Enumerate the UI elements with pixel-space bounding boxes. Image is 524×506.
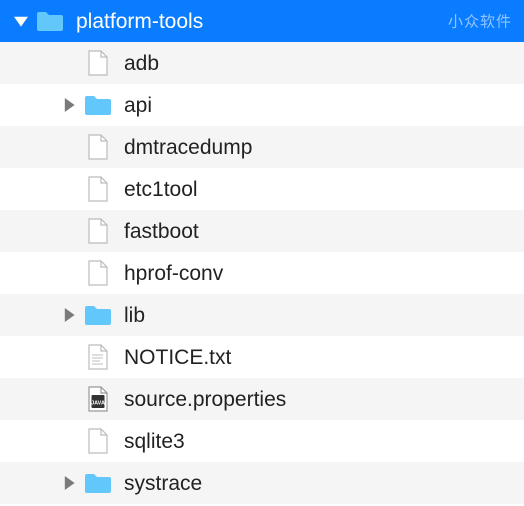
file-icon <box>84 259 112 287</box>
tree-row[interactable]: etc1tool <box>0 168 524 210</box>
tree-row[interactable]: JAVA source.properties <box>0 378 524 420</box>
disclosure-triangle-icon[interactable] <box>60 306 78 324</box>
tree-item-label: hprof-conv <box>124 263 524 284</box>
disclosure-spacer <box>60 264 78 282</box>
tree-row[interactable]: NOTICE.txt <box>0 336 524 378</box>
disclosure-spacer <box>60 348 78 366</box>
tree-item-label: etc1tool <box>124 179 524 200</box>
folder-icon <box>84 301 112 329</box>
disclosure-spacer <box>60 222 78 240</box>
tree-item-label: systrace <box>124 473 524 494</box>
tree-item-label: dmtracedump <box>124 137 524 158</box>
text-file-icon <box>84 343 112 371</box>
tree-row[interactable]: lib <box>0 294 524 336</box>
tree-item-label: api <box>124 95 524 116</box>
tree-row[interactable]: systrace <box>0 462 524 504</box>
disclosure-spacer <box>60 432 78 450</box>
disclosure-spacer <box>60 390 78 408</box>
tree-row[interactable]: sqlite3 <box>0 420 524 462</box>
file-icon <box>84 427 112 455</box>
tree-row-root[interactable]: platform-tools 小众软件 <box>0 0 524 42</box>
tree-row[interactable]: api <box>0 84 524 126</box>
tree-item-label: sqlite3 <box>124 431 524 452</box>
properties-file-icon: JAVA <box>84 385 112 413</box>
disclosure-triangle-icon[interactable] <box>12 12 30 30</box>
tree-item-label: adb <box>124 53 524 74</box>
tree-item-label: fastboot <box>124 221 524 242</box>
tree-row[interactable]: adb <box>0 42 524 84</box>
disclosure-triangle-icon[interactable] <box>60 96 78 114</box>
disclosure-spacer <box>60 54 78 72</box>
disclosure-spacer <box>60 180 78 198</box>
file-icon <box>84 175 112 203</box>
folder-icon <box>36 7 64 35</box>
disclosure-triangle-icon[interactable] <box>60 474 78 492</box>
tree-row[interactable]: fastboot <box>0 210 524 252</box>
file-icon <box>84 217 112 245</box>
file-tree: platform-tools 小众软件 adb api <box>0 0 524 504</box>
folder-icon <box>84 91 112 119</box>
tree-item-label: lib <box>124 305 524 326</box>
file-icon <box>84 133 112 161</box>
tree-item-label: source.properties <box>124 389 524 410</box>
tree-row[interactable]: hprof-conv <box>0 252 524 294</box>
tree-row[interactable]: dmtracedump <box>0 126 524 168</box>
file-icon <box>84 49 112 77</box>
tree-item-label: NOTICE.txt <box>124 347 524 368</box>
disclosure-spacer <box>60 138 78 156</box>
svg-text:JAVA: JAVA <box>91 401 105 407</box>
watermark-text: 小众软件 <box>448 11 512 32</box>
folder-icon <box>84 469 112 497</box>
